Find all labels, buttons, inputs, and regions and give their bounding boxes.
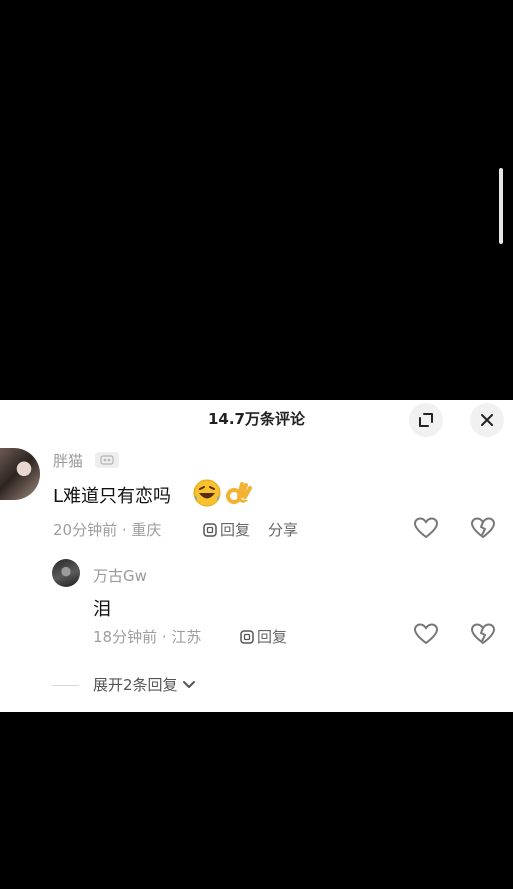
close-button[interactable] (470, 403, 504, 437)
like-icon[interactable] (413, 622, 439, 646)
bottom-video-area[interactable] (0, 712, 513, 889)
comment-panel (0, 400, 513, 712)
expand-panel-button[interactable] (409, 403, 443, 437)
like-icon[interactable] (413, 516, 439, 540)
comment-username[interactable]: 胖猫 (53, 450, 83, 471)
fan-badge-icon (95, 452, 119, 468)
rofl-emoji-icon (193, 479, 221, 507)
ok-hand-emoji-icon (226, 482, 252, 504)
dislike-icon[interactable] (470, 516, 496, 540)
fan-badge-glyph-icon (100, 455, 114, 465)
comment-text: 泪 (93, 599, 111, 620)
scroll-indicator[interactable] (499, 168, 503, 244)
comment-username[interactable]: 万古Gw (93, 565, 147, 586)
share-button[interactable]: 分享 (268, 519, 298, 540)
comment-meta: 20分钟前 · 重庆 (53, 521, 162, 539)
avatar[interactable] (52, 559, 80, 587)
expand-replies-button[interactable]: 展开2条回复 (93, 674, 196, 695)
reply-icon (203, 522, 217, 537)
comment-meta: 18分钟前 · 江苏 (93, 628, 202, 646)
close-icon (481, 414, 493, 426)
reply-icon (240, 629, 254, 644)
comment-text: L难道只有恋吗 (53, 486, 172, 507)
expand-replies-label: 展开2条回复 (93, 676, 178, 694)
reply-label: 回复 (257, 628, 288, 646)
dislike-icon[interactable] (470, 622, 496, 646)
expand-icon (419, 413, 433, 427)
emoji-row (192, 478, 254, 508)
reply-button[interactable]: 回复 (240, 626, 287, 647)
reply-button[interactable]: 回复 (203, 519, 250, 540)
share-label: 分享 (268, 521, 299, 539)
reply-label: 回复 (220, 521, 251, 539)
expand-divider (52, 685, 79, 686)
video-area[interactable] (0, 0, 513, 400)
chevron-down-icon (182, 680, 195, 688)
